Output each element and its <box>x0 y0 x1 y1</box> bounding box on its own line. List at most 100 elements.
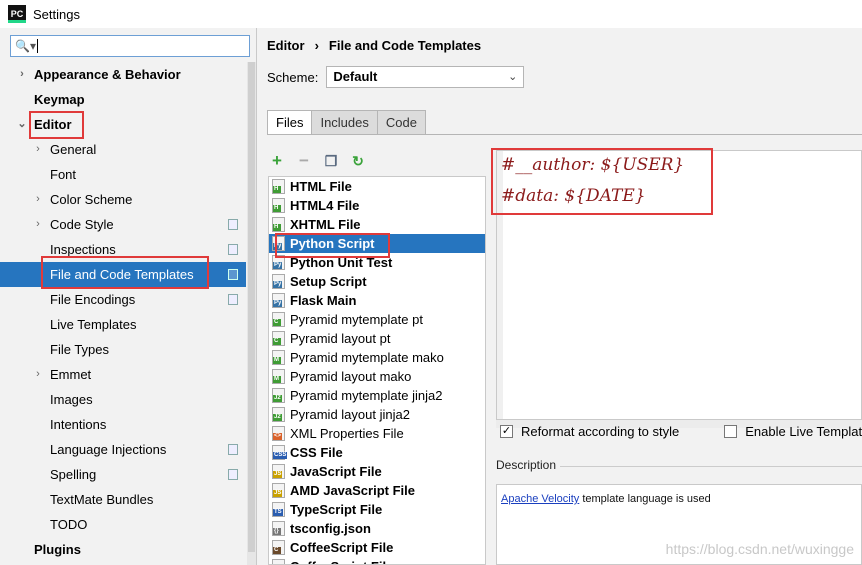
scheme-label: Scheme: <box>267 69 319 85</box>
live-templates-checkbox[interactable] <box>724 425 738 438</box>
breadcrumb-parent[interactable]: Editor <box>267 38 305 53</box>
template-item[interactable]: Py Python Unit Test <box>269 253 485 272</box>
breadcrumb-current: File and Code Templates <box>328 38 482 53</box>
settings-search-input[interactable]: 🔍▾ <box>10 35 250 57</box>
sidebar-item-textmate-bundles[interactable]: TextMate Bundles <box>0 487 246 512</box>
sidebar-item-label: Spelling <box>50 467 97 482</box>
window-title: Settings <box>33 6 80 22</box>
template-item[interactable]: JS JavaScript File <box>269 462 485 481</box>
template-item[interactable]: H HTML4 File <box>269 196 485 215</box>
sidebar-item-inspections[interactable]: Inspections <box>0 237 246 262</box>
apache-velocity-link[interactable]: Apache Velocity <box>501 493 579 505</box>
sidebar-item-spelling[interactable]: Spelling <box>0 462 246 487</box>
chevron-right-icon[interactable]: › <box>32 362 44 387</box>
code-line-data[interactable]: #data: ${DATE} <box>501 186 646 206</box>
file-type-badge: Py <box>273 281 283 288</box>
template-options: ✓ Reformat according to style Enable Liv… <box>500 424 862 439</box>
template-item-label: Pyramid layout jinja2 <box>290 407 410 422</box>
template-item[interactable]: M Pyramid mytemplate mako <box>269 348 485 367</box>
sidebar-item-images[interactable]: Images <box>0 387 246 412</box>
template-item[interactable]: TS TypeScript File <box>269 500 485 519</box>
template-item[interactable]: H XHTML File <box>269 215 485 234</box>
file-type-icon: J2 <box>272 388 285 403</box>
template-item[interactable]: C Pyramid mytemplate pt <box>269 310 485 329</box>
chevron-right-icon[interactable]: › <box>32 187 44 212</box>
scheme-select[interactable]: Default ⌄ <box>326 66 525 88</box>
file-type-icon: Py <box>272 236 285 251</box>
sidebar-item-label: Editor <box>34 117 72 132</box>
sidebar-scrollbar[interactable] <box>247 62 256 565</box>
file-type-badge: TS <box>273 509 283 516</box>
chevron-right-icon[interactable]: › <box>32 212 44 237</box>
remove-icon[interactable]: − <box>295 152 313 170</box>
template-item-label: HTML File <box>290 179 352 194</box>
template-item[interactable]: J2 Pyramid mytemplate jinja2 <box>269 386 485 405</box>
file-type-icon: {} <box>272 521 285 536</box>
chevron-down-icon[interactable]: ⌄ <box>16 112 28 137</box>
sidebar-item-file-and-code-templates[interactable]: File and Code Templates <box>0 262 246 287</box>
file-type-badge: C <box>273 547 281 554</box>
sidebar-item-label: File and Code Templates <box>50 267 194 282</box>
sidebar-item-emmet[interactable]: › Emmet <box>0 362 246 387</box>
reformat-option[interactable]: ✓ Reformat according to style <box>500 424 679 439</box>
template-item[interactable]: H HTML File <box>269 177 485 196</box>
template-tabs: Files Includes Code <box>267 110 426 135</box>
template-item[interactable]: {} tsconfig.json <box>269 519 485 538</box>
template-item[interactable]: Py Python Script <box>269 234 485 253</box>
sidebar-item-live-templates[interactable]: Live Templates <box>0 312 246 337</box>
chevron-right-icon[interactable]: › <box>16 62 28 87</box>
live-templates-label: Enable Live Templates <box>745 424 862 439</box>
sidebar-item-file-types[interactable]: File Types <box>0 337 246 362</box>
sidebar-item-appearance-behavior[interactable]: › Appearance & Behavior <box>0 62 246 87</box>
template-item[interactable]: <> XML Properties File <box>269 424 485 443</box>
template-editor[interactable]: #__author: ${USER} #data: ${DATE} <box>496 150 862 420</box>
template-item[interactable]: JS AMD JavaScript File <box>269 481 485 500</box>
template-item[interactable]: Py Setup Script <box>269 272 485 291</box>
sidebar-item-language-injections[interactable]: Language Injections <box>0 437 246 462</box>
file-type-icon: M <box>272 350 285 365</box>
template-item[interactable]: M Pyramid layout mako <box>269 367 485 386</box>
tab-files[interactable]: Files <box>267 110 313 135</box>
template-item[interactable]: CSS CSS File <box>269 443 485 462</box>
template-item[interactable]: Py Flask Main <box>269 291 485 310</box>
sidebar-item-keymap[interactable]: Keymap <box>0 87 246 112</box>
template-item-label: Flask Main <box>290 293 357 308</box>
file-type-icon: C <box>272 331 285 346</box>
sidebar-item-label: Intentions <box>50 417 107 432</box>
sidebar-item-font[interactable]: Font <box>0 162 246 187</box>
template-item[interactable]: J2 Pyramid layout jinja2 <box>269 405 485 424</box>
sidebar-item-editor[interactable]: ⌄ Editor <box>0 112 246 137</box>
sidebar-scrollbar-thumb[interactable] <box>248 62 255 552</box>
template-item-label: TypeScript File <box>290 502 383 517</box>
sidebar-item-label: Font <box>50 167 77 182</box>
template-item-label: Python Unit Test <box>290 255 393 270</box>
sidebar-item-todo[interactable]: TODO <box>0 512 246 537</box>
live-templates-option[interactable]: Enable Live Templates <box>724 424 862 439</box>
code-line-author[interactable]: #__author: ${USER} <box>501 155 684 175</box>
reformat-checkbox[interactable]: ✓ <box>500 425 513 438</box>
add-icon[interactable]: + <box>268 152 286 170</box>
sidebar-item-general[interactable]: › General <box>0 137 246 162</box>
template-item-label: Pyramid layout mako <box>290 369 412 384</box>
sidebar-item-label: Live Templates <box>50 317 137 332</box>
sidebar-item-intentions[interactable]: Intentions <box>0 412 246 437</box>
file-type-badge: H <box>273 205 281 212</box>
template-item[interactable]: C CoffeeScript File <box>269 557 485 564</box>
sidebar-item-file-encodings[interactable]: File Encodings <box>0 287 246 312</box>
tab-code[interactable]: Code <box>377 110 426 135</box>
project-scope-icon <box>228 444 238 455</box>
template-item[interactable]: C Pyramid layout pt <box>269 329 485 348</box>
reset-icon[interactable]: ↻ <box>349 152 367 170</box>
sidebar-item-color-scheme[interactable]: › Color Scheme <box>0 187 246 212</box>
breadcrumb-separator: › <box>314 38 319 53</box>
chevron-right-icon[interactable]: › <box>32 137 44 162</box>
scheme-row: Scheme: Default ⌄ <box>267 66 525 88</box>
search-icon[interactable]: 🔍▾ <box>15 39 37 53</box>
sidebar-item-plugins[interactable]: Plugins <box>0 537 246 562</box>
sidebar-item-code-style[interactable]: › Code Style <box>0 212 246 237</box>
template-item-label: Python Script <box>290 236 375 251</box>
template-item-label: HTML4 File <box>290 198 360 213</box>
copy-icon[interactable]: ❐ <box>322 152 340 170</box>
template-item[interactable]: C CoffeeScript File <box>269 538 485 557</box>
tab-includes[interactable]: Includes <box>312 110 378 135</box>
